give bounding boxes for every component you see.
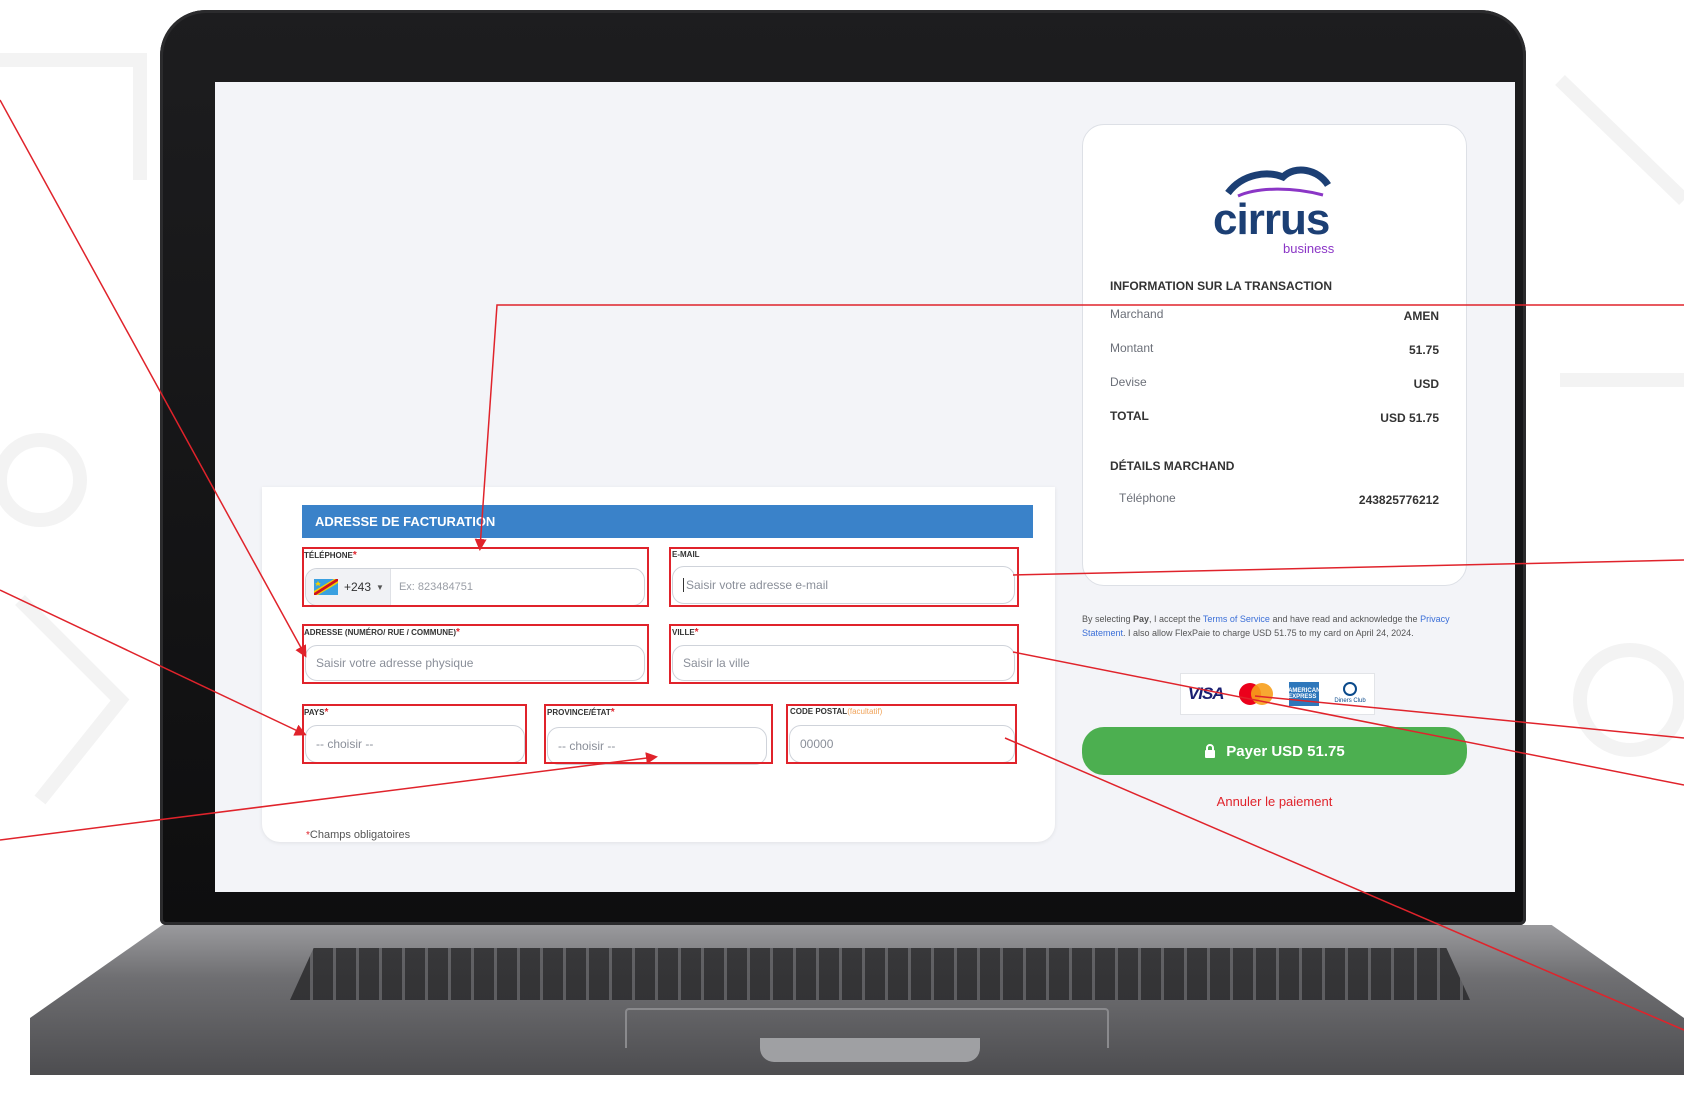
row-value-currency: USD (1413, 377, 1439, 391)
cloud-logo-icon (1225, 166, 1331, 198)
diners-club-logo: Diners Club (1333, 682, 1367, 706)
row-label-total: TOTAL (1110, 409, 1149, 423)
cancel-payment-link[interactable]: Annuler le paiement (1082, 794, 1467, 809)
row-value-merchant: AMEN (1403, 309, 1439, 323)
transaction-summary-card: cirrus business INFORMATION SUR LA TRANS… (1082, 124, 1467, 586)
diners-club-icon (1343, 682, 1358, 696)
amex-logo: AMERICAN EXPRESS (1288, 682, 1320, 706)
billing-header: ADRESSE DE FACTURATION (302, 505, 1033, 538)
highlight-postal (786, 704, 1017, 764)
laptop-notch (760, 1038, 980, 1062)
highlight-address (302, 624, 649, 684)
merchant-phone-value: 243825776212 (1358, 493, 1439, 507)
row-value-amount: 51.75 (1408, 343, 1439, 357)
laptop-screen: ADRESSE DE FACTURATION TÉLÉPHONE* +243 ▼… (215, 82, 1515, 892)
highlight-email (669, 547, 1019, 607)
highlight-phone (302, 547, 649, 607)
required-fields-note: *Champs obligatoires (306, 829, 411, 841)
row-value-total: USD 51.75 (1380, 411, 1439, 425)
highlight-province (544, 704, 773, 764)
highlight-city (669, 624, 1019, 684)
billing-form: ADRESSE DE FACTURATION TÉLÉPHONE* +243 ▼… (262, 487, 1055, 842)
merchant-phone-label: Téléphone (1119, 491, 1176, 505)
transaction-info-title: INFORMATION SUR LA TRANSACTION (1110, 279, 1332, 293)
row-label-currency: Devise (1110, 375, 1147, 389)
merchant-details-title: DÉTAILS MARCHAND (1110, 459, 1235, 473)
mastercard-icon (1239, 683, 1274, 705)
laptop-keyboard (290, 948, 1470, 1000)
payment-methods-strip: VISA AMERICAN EXPRESS Diners Club (1180, 673, 1375, 715)
lock-icon (1205, 744, 1216, 758)
row-label-amount: Montant (1110, 341, 1154, 355)
terms-of-service-link[interactable]: Terms of Service (1203, 614, 1270, 624)
highlight-country (302, 704, 527, 764)
row-label-merchant: Marchand (1110, 307, 1164, 321)
pay-button[interactable]: Payer USD 51.75 (1082, 727, 1467, 775)
terms-text: By selecting Pay, I accept the Terms of … (1082, 614, 1450, 638)
visa-logo: VISA (1187, 684, 1225, 703)
cirrus-logo: cirrus business (1203, 163, 1348, 258)
